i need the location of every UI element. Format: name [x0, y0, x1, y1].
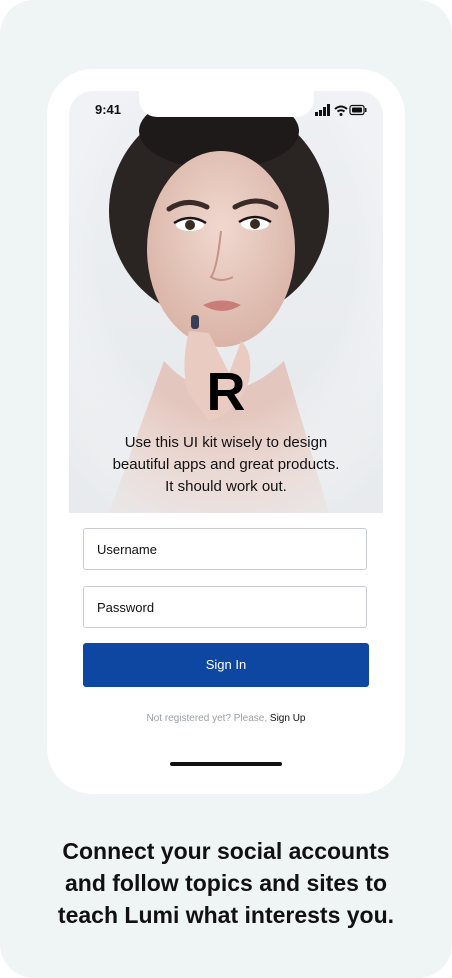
register-prompt: Not registered yet? Please, Sign Up: [69, 713, 383, 724]
sign-up-link[interactable]: Sign Up: [270, 713, 306, 724]
register-text: Not registered yet? Please,: [146, 713, 268, 724]
tagline-line: beautiful apps and great products.: [112, 456, 340, 473]
caption-line: Connect your social accounts: [62, 838, 390, 864]
promo-caption: Connect your social accounts and follow …: [20, 835, 432, 931]
caption-line: and follow topics and sites to: [64, 870, 388, 896]
app-logo: R: [206, 362, 246, 422]
username-placeholder: Username: [97, 542, 157, 557]
caption-line: teach Lumi what interests you.: [57, 902, 395, 928]
signal-icon: [315, 104, 330, 116]
tagline-line: Use this UI kit wisely to design: [124, 434, 328, 451]
home-indicator: [170, 762, 282, 766]
wifi-icon: [334, 105, 348, 116]
notch: [139, 91, 314, 117]
status-icons: [315, 103, 367, 121]
battery-icon: [349, 104, 367, 116]
tagline-line: It should work out.: [165, 478, 287, 495]
sign-in-button[interactable]: Sign In: [83, 643, 369, 687]
password-placeholder: Password: [97, 600, 155, 615]
tagline: Use this UI kit wisely to design beautif…: [89, 432, 363, 498]
phone-screen: 9:41 R Use this UI kit wisely to design: [69, 91, 383, 773]
status-time: 9:41: [95, 102, 122, 117]
username-field[interactable]: Username: [83, 528, 367, 570]
password-field[interactable]: Password: [83, 586, 367, 628]
